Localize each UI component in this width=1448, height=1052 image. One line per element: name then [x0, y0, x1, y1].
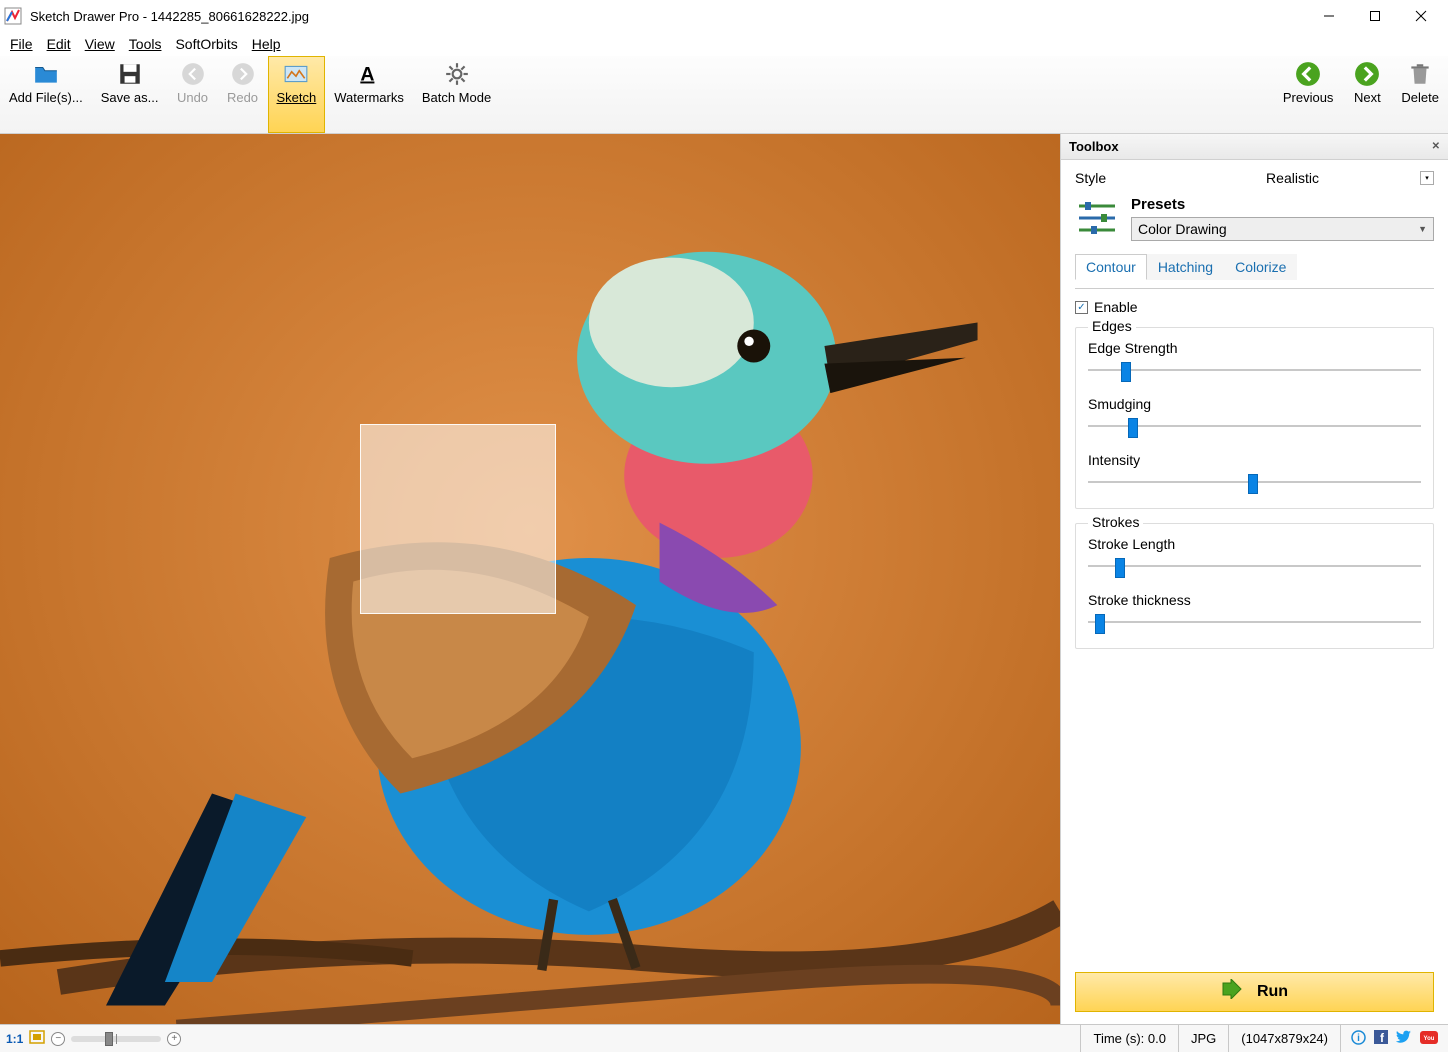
zoom-slider[interactable]	[71, 1036, 161, 1042]
chevron-down-icon: ▼	[1418, 224, 1427, 234]
presets-value: Color Drawing	[1138, 221, 1418, 237]
redo-icon	[230, 61, 256, 87]
watermarks-button[interactable]: A Watermarks	[325, 56, 413, 133]
stroke-thickness-slider[interactable]	[1088, 614, 1421, 630]
svg-text:A: A	[360, 64, 374, 86]
tb-label: Undo	[177, 91, 208, 106]
intensity-slider[interactable]	[1088, 474, 1421, 490]
sketch-icon	[283, 61, 309, 87]
window-title: Sketch Drawer Pro - 1442285_80661628222.…	[30, 9, 1306, 24]
enable-label: Enable	[1094, 299, 1138, 315]
run-button[interactable]: Run	[1075, 972, 1434, 1012]
delete-button[interactable]: Delete	[1392, 56, 1448, 133]
tb-label: Add File(s)...	[9, 91, 83, 106]
zoom-11-button[interactable]: 1:1	[6, 1032, 23, 1046]
info-icon[interactable]: i	[1351, 1030, 1366, 1048]
trash-icon	[1407, 61, 1433, 87]
run-arrow-icon	[1221, 979, 1243, 1005]
run-label: Run	[1257, 983, 1288, 1001]
status-dims: (1047x879x24)	[1228, 1025, 1340, 1052]
smudging-label: Smudging	[1088, 396, 1421, 412]
style-value[interactable]: Realistic	[1165, 170, 1420, 186]
presets-label: Presets	[1131, 196, 1434, 213]
fit-icon[interactable]	[29, 1030, 45, 1047]
close-button[interactable]	[1398, 0, 1444, 32]
presets-combo[interactable]: Color Drawing ▼	[1131, 217, 1434, 241]
menu-view[interactable]: View	[85, 36, 115, 52]
tb-label: Sketch	[277, 91, 317, 106]
intensity-label: Intensity	[1088, 452, 1421, 468]
folder-icon	[33, 61, 59, 87]
save-as-button[interactable]: Save as...	[92, 56, 168, 133]
edges-group-label: Edges	[1088, 318, 1136, 334]
watermark-icon: A	[356, 61, 382, 87]
toolbox-close-icon[interactable]: ✕	[1432, 141, 1440, 152]
menu-help[interactable]: Help	[252, 36, 281, 52]
tab-colorize[interactable]: Colorize	[1224, 254, 1297, 280]
minimize-button[interactable]	[1306, 0, 1352, 32]
facebook-icon[interactable]: f	[1374, 1030, 1388, 1047]
next-button[interactable]: Next	[1342, 56, 1392, 133]
style-label: Style	[1075, 170, 1165, 186]
menu-tools[interactable]: Tools	[129, 36, 162, 52]
stroke-length-slider[interactable]	[1088, 558, 1421, 574]
statusbar: 1:1 − + Time (s): 0.0 JPG (1047x879x24) …	[0, 1024, 1448, 1052]
tb-label: Delete	[1401, 91, 1439, 106]
image-canvas[interactable]	[0, 134, 1060, 1024]
strokes-group: Strokes Stroke Length Stroke thickness	[1075, 523, 1434, 649]
tb-label: Save as...	[101, 91, 159, 106]
add-files-button[interactable]: Add File(s)...	[0, 56, 92, 133]
strokes-group-label: Strokes	[1088, 514, 1143, 530]
save-icon	[117, 61, 143, 87]
youtube-icon[interactable]: You	[1420, 1031, 1438, 1047]
tb-label: Watermarks	[334, 91, 404, 106]
status-time: Time (s): 0.0	[1080, 1025, 1177, 1052]
toolbar: Add File(s)... Save as... Undo Redo Sket…	[0, 56, 1448, 134]
svg-text:i: i	[1357, 1033, 1360, 1044]
sketch-button[interactable]: Sketch	[268, 56, 326, 133]
tb-label: Next	[1354, 91, 1381, 106]
smudging-slider[interactable]	[1088, 418, 1421, 434]
edge-strength-label: Edge Strength	[1088, 340, 1421, 356]
edge-strength-slider[interactable]	[1088, 362, 1421, 378]
toolbox-panel: Toolbox ✕ Style Realistic ▾ Presets Colo…	[1060, 134, 1448, 1024]
batch-mode-button[interactable]: Batch Mode	[413, 56, 500, 133]
stroke-thickness-label: Stroke thickness	[1088, 592, 1421, 608]
stroke-length-label: Stroke Length	[1088, 536, 1421, 552]
zoom-out-button[interactable]: −	[51, 1032, 65, 1046]
toolbox-header: Toolbox ✕	[1061, 134, 1448, 160]
presets-icon	[1075, 196, 1119, 234]
undo-button[interactable]: Undo	[168, 56, 218, 133]
edges-group: Edges Edge Strength Smudging Intensity	[1075, 327, 1434, 509]
menu-edit[interactable]: Edit	[47, 36, 71, 52]
undo-icon	[180, 61, 206, 87]
menu-softorbits[interactable]: SoftOrbits	[175, 36, 237, 52]
main-area: Toolbox ✕ Style Realistic ▾ Presets Colo…	[0, 134, 1448, 1024]
app-icon	[4, 7, 22, 25]
style-dropdown-icon[interactable]: ▾	[1420, 171, 1434, 185]
zoom-in-button[interactable]: +	[167, 1032, 181, 1046]
status-format: JPG	[1178, 1025, 1228, 1052]
tb-label: Previous	[1283, 91, 1334, 106]
twitter-icon[interactable]	[1396, 1030, 1412, 1047]
tb-label: Redo	[227, 91, 258, 106]
previous-icon	[1295, 61, 1321, 87]
tab-contour[interactable]: Contour	[1075, 254, 1147, 280]
tab-hatching[interactable]: Hatching	[1147, 254, 1224, 280]
enable-checkbox[interactable]: ✓	[1075, 301, 1088, 314]
menu-file[interactable]: File	[10, 36, 33, 52]
gear-icon	[444, 61, 470, 87]
tb-label: Batch Mode	[422, 91, 491, 106]
preview-region[interactable]	[360, 424, 556, 614]
redo-button[interactable]: Redo	[218, 56, 268, 133]
titlebar: Sketch Drawer Pro - 1442285_80661628222.…	[0, 0, 1448, 32]
menubar: File Edit View Tools SoftOrbits Help	[0, 32, 1448, 56]
toolbox-title: Toolbox	[1069, 139, 1119, 154]
next-icon	[1354, 61, 1380, 87]
svg-text:You: You	[1424, 1036, 1435, 1042]
previous-button[interactable]: Previous	[1274, 56, 1343, 133]
maximize-button[interactable]	[1352, 0, 1398, 32]
